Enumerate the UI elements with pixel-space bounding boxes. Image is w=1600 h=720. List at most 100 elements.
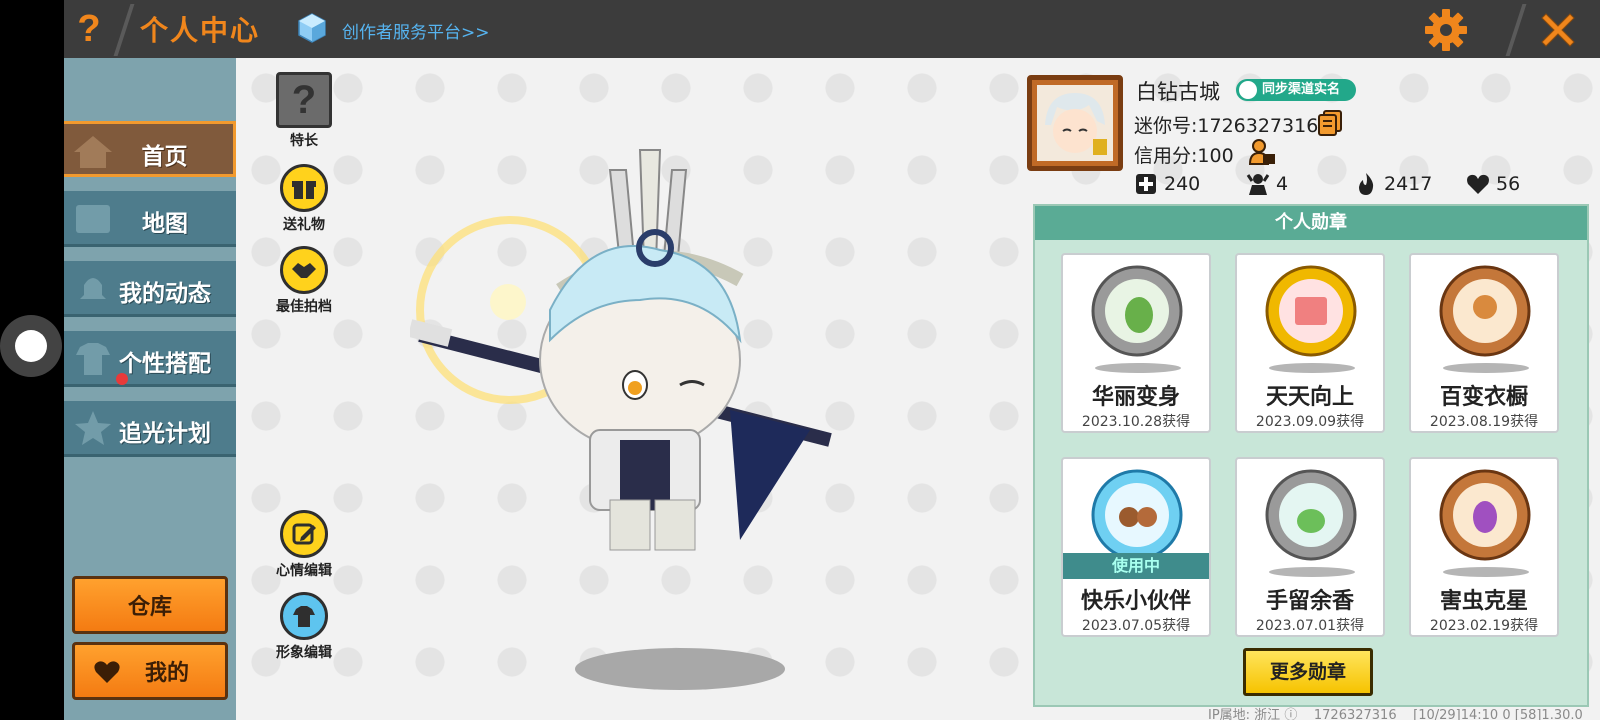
gear-icon[interactable] — [1422, 6, 1470, 54]
warehouse-button[interactable]: 仓库 — [72, 576, 228, 634]
mood-edit-tool[interactable]: 心情编辑 — [268, 510, 340, 580]
character-model[interactable] — [410, 140, 850, 560]
medal-date: 2023.02.19获得 — [1429, 618, 1539, 634]
appearance-edit-tool[interactable]: 形象编辑 — [268, 592, 340, 662]
medal-panel-title: 个人勋章 — [1035, 206, 1587, 240]
people-icon — [1246, 174, 1270, 195]
tool-label: 最佳拍档 — [276, 299, 332, 315]
close-icon[interactable] — [1534, 6, 1582, 54]
heart-icon — [1467, 174, 1489, 194]
creator-platform-link[interactable]: 创作者服务平台>> — [342, 18, 490, 43]
stat-follow: 4 — [1246, 172, 1288, 196]
medal-badge-icon — [1091, 469, 1183, 561]
cube-icon — [298, 13, 326, 43]
sidebar-item-label: 我的动态 — [119, 281, 211, 307]
credit-score: 信用分:100 — [1134, 145, 1234, 167]
footer-uid: 1726327316 — [1313, 708, 1397, 720]
stat-value: 4 — [1276, 173, 1289, 195]
sidebar: 首页 地图 我的动态 个性搭配 追光计划 仓库 我的 — [64, 58, 236, 720]
ip-location: IP属地: 浙江 — [1208, 708, 1281, 720]
tool-label: 特长 — [290, 133, 318, 149]
floating-assist-ball[interactable] — [0, 315, 62, 377]
top-bar: ? 个人中心 创作者服务平台>> — [64, 0, 1600, 58]
edit-icon — [280, 510, 328, 558]
medal-date: 2023.07.05获得 — [1081, 618, 1191, 634]
stat-value: 56 — [1496, 173, 1521, 195]
footer-info: IP属地: 浙江 ⓘ 1726327316 [10/29]14:10 0 [58… — [1208, 704, 1583, 720]
medal-badge-icon — [1265, 469, 1357, 561]
more-medals-button[interactable]: 更多勋章 — [1243, 648, 1373, 696]
gift-icon — [280, 164, 328, 212]
avatar-portrait — [1045, 93, 1107, 155]
medal-card[interactable]: 百变衣橱 2023.08.19获得 — [1409, 253, 1559, 433]
question-icon: ? — [276, 72, 332, 128]
footer-version: [58]1.30.0 — [1514, 708, 1583, 720]
realname-label: 同步渠道实名 — [1262, 82, 1341, 97]
medal-date: 2023.09.09获得 — [1255, 414, 1365, 430]
medal-card[interactable]: 害虫克星 2023.02.19获得 — [1409, 457, 1559, 637]
info-icon[interactable]: ⓘ — [1284, 708, 1297, 720]
outfit-icon — [280, 592, 328, 640]
medal-card[interactable]: 华丽变身 2023.10.28获得 — [1061, 253, 1211, 433]
sidebar-item-label: 地图 — [142, 211, 188, 237]
medal-shadow — [1095, 363, 1181, 373]
warehouse-label: 仓库 — [127, 595, 172, 620]
sidebar-item-label: 个性搭配 — [119, 351, 211, 377]
medal-badge-icon — [1439, 469, 1531, 561]
sidebar-item-label: 首页 — [141, 144, 188, 170]
footer-time: [10/29]14:10 0 — [1413, 708, 1511, 720]
medal-badge-icon — [1439, 265, 1531, 357]
character-shadow — [575, 648, 785, 690]
copy-icon[interactable] — [1317, 109, 1343, 137]
tool-label: 送礼物 — [283, 217, 325, 233]
medal-name: 百变衣橱 — [1439, 385, 1528, 410]
talent-tool[interactable]: ? 特长 — [268, 72, 340, 150]
sidebar-item-feed[interactable]: 我的动态 — [64, 261, 236, 317]
tool-label: 心情编辑 — [276, 563, 332, 579]
stat-add-fans: 240 — [1134, 172, 1200, 196]
stat-value: 2417 — [1384, 173, 1433, 195]
mine-button[interactable]: 我的 — [72, 642, 228, 700]
divider — [113, 4, 135, 56]
sidebar-item-light-plan[interactable]: 追光计划 — [64, 401, 236, 457]
tool-label: 形象编辑 — [276, 645, 332, 661]
handshake-icon — [280, 246, 328, 294]
medal-badge-icon — [1265, 265, 1357, 357]
medal-shadow — [1443, 363, 1529, 373]
page-title: 个人中心 — [140, 14, 261, 47]
nickname: 白钻古城 — [1136, 80, 1220, 104]
stat-value: 240 — [1164, 173, 1201, 195]
medal-name: 手留余香 — [1265, 589, 1354, 614]
medal-badge-icon — [1091, 265, 1183, 357]
mine-label: 我的 — [144, 661, 189, 686]
realname-badge[interactable]: 同步渠道实名 — [1236, 79, 1356, 101]
send-gift-tool[interactable]: 送礼物 — [268, 164, 340, 234]
help-button[interactable]: ? — [64, 0, 114, 58]
divider — [1505, 4, 1527, 56]
notification-dot — [116, 373, 128, 385]
medal-date: 2023.10.28获得 — [1081, 414, 1191, 430]
sidebar-item-home[interactable]: 首页 — [64, 121, 236, 177]
in-use-tag: 使用中 — [1063, 553, 1209, 579]
flame-icon — [1359, 173, 1374, 195]
medal-card[interactable]: 天天向上 2023.09.09获得 — [1235, 253, 1385, 433]
avatar[interactable] — [1027, 75, 1123, 171]
sidebar-item-map[interactable]: 地图 — [64, 191, 236, 247]
medal-card[interactable]: 使用中 快乐小伙伴 2023.07.05获得 — [1061, 457, 1211, 637]
credit-user-icon[interactable] — [1248, 138, 1276, 166]
sidebar-item-label: 追光计划 — [119, 421, 211, 447]
user-verified-icon — [1239, 81, 1257, 99]
medal-name: 害虫克星 — [1439, 589, 1528, 614]
medal-card[interactable]: 手留余香 2023.07.01获得 — [1235, 457, 1385, 637]
medal-date: 2023.08.19获得 — [1429, 414, 1539, 430]
plus-square-icon — [1136, 174, 1156, 194]
stat-hot: 2417 — [1354, 172, 1432, 196]
mini-id: 迷你号:1726327316 — [1134, 115, 1319, 137]
medal-name: 快乐小伙伴 — [1080, 589, 1191, 614]
best-partner-tool[interactable]: 最佳拍档 — [268, 246, 340, 316]
medal-shadow — [1269, 363, 1355, 373]
medal-name: 天天向上 — [1265, 385, 1354, 410]
sidebar-item-outfit[interactable]: 个性搭配 — [64, 331, 236, 387]
heart-icon — [94, 661, 120, 683]
medal-date: 2023.07.01获得 — [1255, 618, 1365, 634]
